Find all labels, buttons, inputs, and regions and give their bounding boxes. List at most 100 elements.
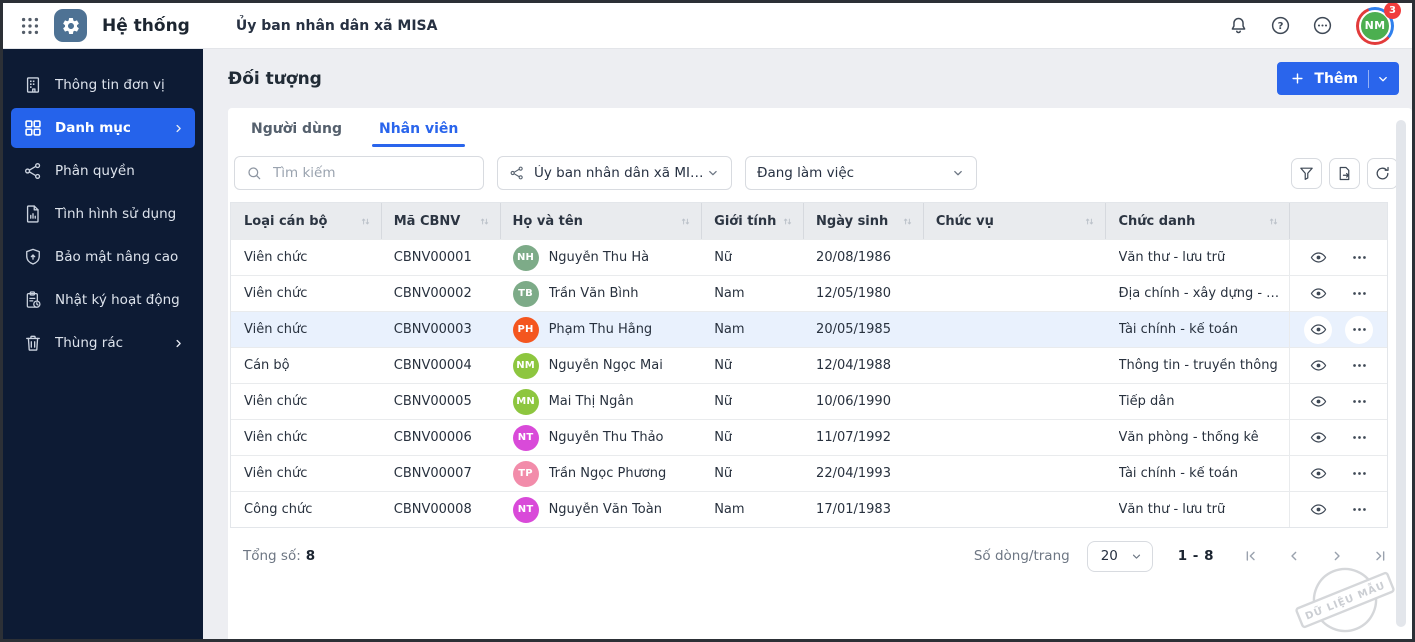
row-actions-button[interactable] [1345, 352, 1373, 380]
app-title: Hệ thống [102, 15, 190, 36]
eye-icon [1310, 321, 1327, 338]
more-options-icon[interactable] [1312, 15, 1333, 36]
add-button-label: Thêm [1314, 70, 1358, 87]
table-row[interactable]: Công chức CBNV00008 NT Nguyễn Văn Toàn N… [231, 491, 1387, 527]
cell-type: Viên chức [244, 466, 308, 481]
sidebar-item-icon [23, 247, 43, 267]
notifications-bell-icon[interactable] [1228, 15, 1249, 36]
eye-icon [1310, 249, 1327, 266]
total-label: Tổng số: [243, 548, 301, 564]
next-page-button[interactable] [1329, 548, 1345, 564]
view-button[interactable] [1304, 424, 1332, 452]
cell-gender: Nữ [714, 466, 733, 481]
search-icon [246, 165, 262, 181]
sidebar-item-label: Thông tin đơn vị [55, 77, 165, 93]
view-button[interactable] [1304, 388, 1332, 416]
first-page-button[interactable] [1243, 548, 1259, 564]
sidebar-item-usage[interactable]: Tình hình sử dụng [11, 194, 195, 234]
column-header-code[interactable]: Mã CBNV [380, 203, 500, 239]
column-header-type[interactable]: Loại cán bộ [231, 203, 381, 239]
column-header-position[interactable]: Chức vụ [922, 203, 1106, 239]
table-row[interactable]: Viên chức CBNV00006 NT Nguyễn Thu Thảo N… [231, 419, 1387, 455]
app-launcher-icon[interactable] [19, 15, 41, 37]
column-header-name[interactable]: Họ và tên [499, 203, 702, 239]
sidebar-item-recycle-bin[interactable]: Thùng rác [11, 323, 195, 363]
sidebar-item-unit-info[interactable]: Thông tin đơn vị [11, 65, 195, 105]
view-button[interactable] [1304, 280, 1332, 308]
table-row[interactable]: Viên chức CBNV00005 MN Mai Thị Ngân Nữ 1… [231, 383, 1387, 419]
ellipsis-icon [1351, 393, 1368, 410]
cell-position [923, 240, 1106, 275]
gear-icon [61, 16, 81, 36]
cell-dob: 12/05/1980 [816, 286, 891, 301]
rows-per-page-select[interactable]: 20 [1086, 540, 1153, 572]
filter-row: Ủy ban nhân dân xã MISA Đang làm việc [228, 147, 1412, 199]
sort-icon [901, 215, 914, 228]
user-avatar[interactable]: NM 3 [1356, 3, 1401, 46]
sidebar-item-categories[interactable]: Danh mục [11, 108, 195, 148]
rows-per-page-value: 20 [1100, 548, 1118, 564]
chevron-down-icon [951, 166, 965, 180]
total-value: 8 [305, 548, 316, 564]
row-actions-button[interactable] [1345, 315, 1374, 344]
tab-users[interactable]: Người dùng [251, 121, 342, 147]
last-page-button[interactable] [1372, 548, 1388, 564]
cell-dob: 17/01/1983 [816, 502, 891, 517]
eye-icon [1310, 429, 1327, 446]
row-actions-button[interactable] [1345, 280, 1373, 308]
view-button[interactable] [1304, 315, 1333, 344]
row-actions-button[interactable] [1345, 424, 1373, 452]
cell-title: Tài chính - kế toán [1118, 466, 1238, 481]
export-button[interactable] [1329, 157, 1360, 189]
table-row[interactable]: Viên chức CBNV00002 TB Trần Văn Bình Nam… [231, 275, 1387, 311]
cell-gender: Nữ [714, 394, 733, 409]
next-page-icon [1329, 548, 1345, 564]
avatar: NH [512, 244, 539, 271]
view-button[interactable] [1304, 244, 1332, 272]
column-header-gender[interactable]: Giới tính [701, 203, 803, 239]
table-row[interactable]: Viên chức CBNV00001 NH Nguyễn Thu Hà Nữ … [231, 239, 1387, 275]
cell-gender: Nam [714, 322, 745, 337]
column-header-title[interactable]: Chức danh [1105, 203, 1289, 239]
file-export-icon [1336, 165, 1353, 182]
row-actions-button[interactable] [1345, 388, 1373, 416]
chevron-down-icon[interactable] [1376, 72, 1390, 86]
status-filter-select[interactable]: Đang làm việc [745, 156, 977, 190]
sidebar-item-icon [23, 290, 43, 310]
avatar: MN [512, 388, 539, 415]
refresh-button[interactable] [1367, 157, 1398, 189]
cell-type: Viên chức [244, 322, 308, 337]
row-actions-button[interactable] [1345, 496, 1373, 524]
table-row[interactable]: Cán bộ CBNV00004 NM Nguyễn Ngọc Mai Nữ 1… [231, 347, 1387, 383]
app-logo[interactable] [54, 9, 87, 42]
cell-code: CBNV00004 [393, 358, 472, 373]
view-button[interactable] [1304, 460, 1332, 488]
table-row[interactable]: Viên chức CBNV00007 TP Trần Ngọc Phương … [231, 455, 1387, 491]
prev-page-button[interactable] [1286, 548, 1302, 564]
cell-name: TP Trần Ngọc Phương [500, 456, 702, 491]
tab-employees[interactable]: Nhân viên [371, 121, 466, 147]
view-button[interactable] [1304, 496, 1332, 524]
pagination-controls: Số dòng/trang 20 1 - 8 [974, 540, 1388, 572]
sidebar-item-security[interactable]: Bảo mật nâng cao [11, 237, 195, 277]
org-filter-value: Ủy ban nhân dân xã MISA [534, 165, 707, 181]
add-button[interactable]: Thêm [1277, 62, 1399, 95]
org-filter-select[interactable]: Ủy ban nhân dân xã MISA [497, 156, 732, 190]
table-row[interactable]: Viên chức CBNV00003 PH Phạm Thu Hằng Nam… [231, 311, 1387, 347]
row-actions-button[interactable] [1345, 244, 1373, 272]
eye-icon [1310, 465, 1327, 482]
row-actions-button[interactable] [1345, 460, 1373, 488]
sort-icon [781, 215, 794, 228]
view-button[interactable] [1304, 352, 1332, 380]
cell-position [923, 492, 1106, 527]
help-icon[interactable] [1270, 15, 1291, 36]
vertical-scrollbar[interactable] [1396, 120, 1406, 627]
filter-button[interactable] [1291, 157, 1322, 189]
sort-icon [478, 215, 491, 228]
sidebar-item-permissions[interactable]: Phân quyền [11, 151, 195, 191]
eye-icon [1310, 357, 1327, 374]
search-input[interactable] [271, 164, 472, 182]
sidebar-item-activity-log[interactable]: Nhật ký hoạt động [11, 280, 195, 320]
column-header-dob[interactable]: Ngày sinh [803, 203, 923, 239]
cell-position [923, 276, 1106, 311]
